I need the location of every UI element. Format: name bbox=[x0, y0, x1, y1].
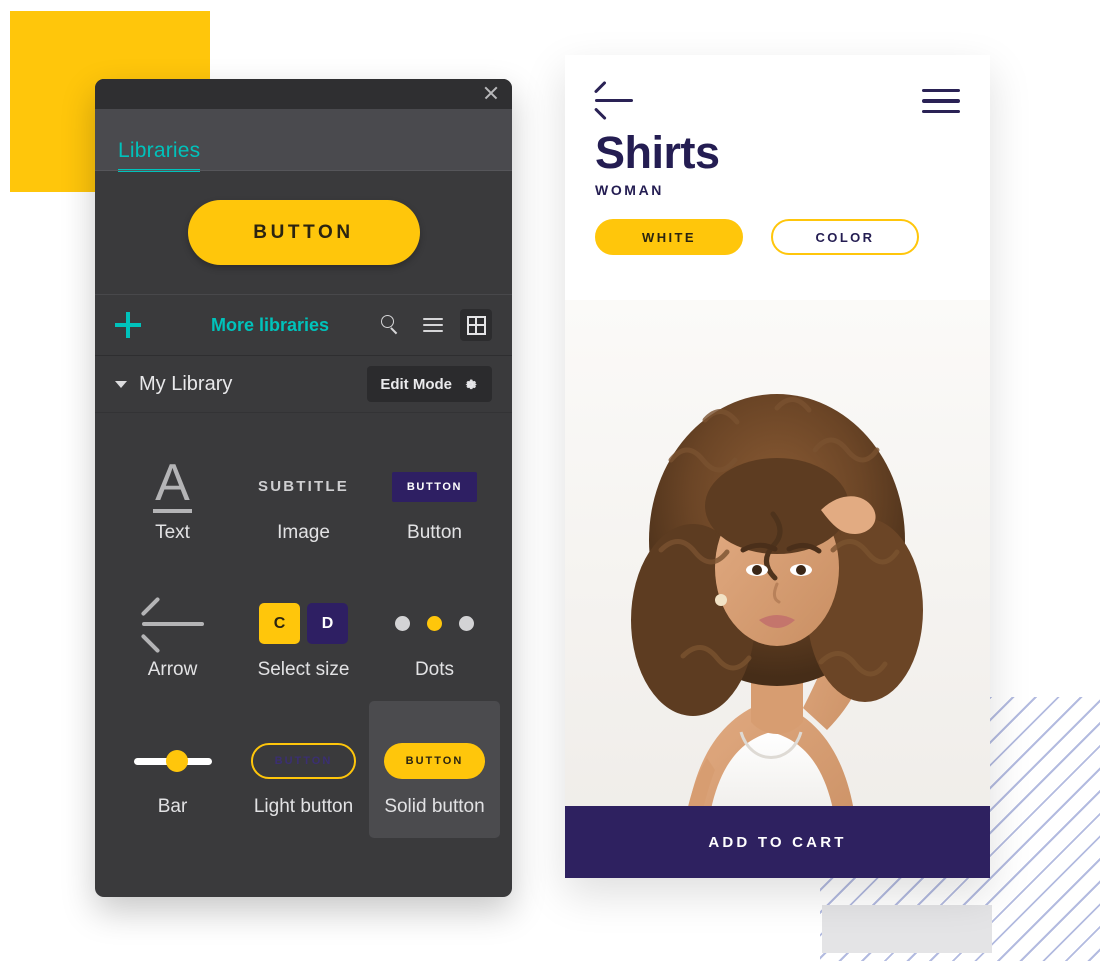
decorative-gray-block bbox=[822, 905, 992, 953]
slider-knob bbox=[165, 749, 188, 772]
library-item-label: Text bbox=[155, 521, 190, 543]
add-to-cart-button[interactable]: ADD TO CART bbox=[565, 806, 990, 878]
edit-mode-label: Edit Mode bbox=[380, 375, 452, 393]
filter-pill-color[interactable]: COLOR bbox=[771, 219, 919, 255]
dot-active bbox=[427, 616, 442, 631]
gear-icon bbox=[462, 376, 479, 393]
hero-preview-area: BUTTON bbox=[95, 171, 512, 294]
tab-libraries-label: Libraries bbox=[118, 139, 201, 162]
library-item-select-size[interactable]: C D Select size bbox=[238, 564, 369, 701]
size-tiles-preview: C D bbox=[238, 585, 369, 663]
arrow-preview bbox=[107, 585, 238, 663]
slider-icon bbox=[133, 749, 212, 772]
phone-navbar bbox=[595, 89, 960, 113]
arrow-left-icon bbox=[141, 611, 204, 637]
chevron-down-icon[interactable] bbox=[115, 380, 127, 388]
phone-header: Shirts WOMAN WHITE COLOR bbox=[565, 55, 990, 255]
library-item-label: Arrow bbox=[147, 658, 198, 680]
solid-button-chip: BUTTON bbox=[383, 742, 486, 779]
page-title: Shirts bbox=[595, 127, 720, 178]
dots-indicator bbox=[395, 616, 474, 631]
library-item-label: Image bbox=[277, 521, 330, 543]
product-photo bbox=[565, 300, 990, 866]
solid-button-preview: BUTTON bbox=[369, 722, 500, 800]
search-button[interactable] bbox=[374, 309, 406, 341]
library-item-dots[interactable]: Dots bbox=[369, 564, 500, 701]
more-libraries-link[interactable]: More libraries bbox=[211, 315, 329, 336]
list-view-button[interactable] bbox=[417, 309, 449, 341]
library-items-grid: A Text SUBTITLE Image BUTTON Button Arro… bbox=[95, 413, 512, 838]
library-item-button[interactable]: BUTTON Button bbox=[369, 427, 500, 564]
phone-mockup: Shirts WOMAN WHITE COLOR ADD TO CART bbox=[565, 55, 990, 878]
page-subtitle: WOMAN bbox=[595, 182, 664, 198]
dot bbox=[459, 616, 474, 631]
library-item-bar[interactable]: Bar bbox=[107, 701, 238, 838]
text-preview: A bbox=[107, 448, 238, 526]
light-button-chip: BUTTON bbox=[250, 742, 357, 779]
light-button-preview: BUTTON bbox=[238, 722, 369, 800]
filter-pill-white[interactable]: WHITE bbox=[595, 219, 743, 255]
canvas: Libraries BUTTON More libraries My Libra… bbox=[0, 0, 1100, 961]
add-to-cart-label: ADD TO CART bbox=[708, 833, 847, 851]
button-chip: BUTTON bbox=[391, 471, 478, 502]
library-name: My Library bbox=[139, 372, 233, 395]
bar-preview bbox=[107, 722, 238, 800]
close-icon[interactable] bbox=[482, 84, 500, 102]
plus-icon[interactable] bbox=[115, 312, 141, 338]
product-photo-illustration bbox=[565, 300, 990, 866]
library-item-solid-button[interactable]: BUTTON Solid button bbox=[369, 701, 500, 838]
search-icon bbox=[380, 315, 400, 335]
library-item-text[interactable]: A Text bbox=[107, 427, 238, 564]
panel-toolbar: More libraries bbox=[95, 294, 512, 356]
button-chip-preview: BUTTON bbox=[369, 448, 500, 526]
size-tile-d: D bbox=[307, 603, 348, 644]
filter-pill-row: WHITE COLOR bbox=[595, 219, 960, 255]
library-item-label: Bar bbox=[157, 795, 188, 817]
subtitle-text: SUBTITLE bbox=[258, 478, 349, 495]
hamburger-menu-icon[interactable] bbox=[922, 89, 960, 113]
dot bbox=[395, 616, 410, 631]
library-item-image[interactable]: SUBTITLE Image bbox=[238, 427, 369, 564]
library-item-label: Light button bbox=[253, 795, 354, 817]
library-item-arrow[interactable]: Arrow bbox=[107, 564, 238, 701]
size-tiles: C D bbox=[259, 603, 348, 644]
toolbar-icon-group bbox=[374, 309, 492, 341]
library-item-label: Dots bbox=[414, 658, 455, 680]
library-item-light-button[interactable]: BUTTON Light button bbox=[238, 701, 369, 838]
grid-view-button[interactable] bbox=[460, 309, 492, 341]
library-item-label: Button bbox=[407, 521, 462, 543]
tab-libraries[interactable]: Libraries bbox=[118, 139, 201, 172]
size-tile-c: C bbox=[259, 603, 300, 644]
list-icon bbox=[423, 318, 443, 332]
libraries-panel: Libraries BUTTON More libraries My Libra… bbox=[95, 79, 512, 897]
dots-preview bbox=[369, 585, 500, 663]
library-item-label: Select size bbox=[257, 658, 350, 680]
hero-button[interactable]: BUTTON bbox=[187, 200, 420, 265]
my-library-row[interactable]: My Library Edit Mode bbox=[95, 356, 512, 413]
letter-a-icon: A bbox=[153, 453, 192, 514]
panel-titlebar bbox=[95, 79, 512, 109]
subtitle-preview-wrap: SUBTITLE bbox=[238, 448, 369, 526]
edit-mode-button[interactable]: Edit Mode bbox=[367, 366, 492, 402]
grid-icon bbox=[466, 315, 486, 335]
back-arrow-icon[interactable] bbox=[595, 90, 633, 112]
library-item-label: Solid button bbox=[384, 795, 485, 817]
panel-tabbar: Libraries bbox=[95, 109, 512, 172]
